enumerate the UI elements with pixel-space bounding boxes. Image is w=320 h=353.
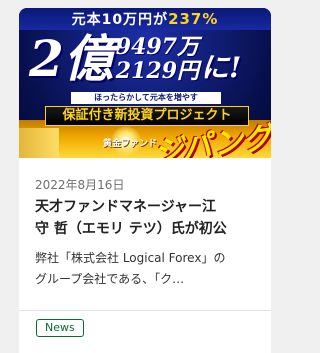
banner-sub-logo: 黄金ファンド xyxy=(103,139,158,149)
category-tag[interactable]: News xyxy=(36,319,84,337)
article-thumbnail[interactable]: 元本10万円が237% 2億 9497万 2129円 に! ほったらかして元本を… xyxy=(19,8,271,158)
banner-subcopy: ほったらかして元本を増やす xyxy=(71,92,221,104)
banner-amount-oku: 2億 xyxy=(29,29,114,88)
banner-amount-line1: 9497万 xyxy=(115,34,200,60)
article-excerpt-line: グループ会社である、「ク… xyxy=(35,272,185,286)
banner-glow xyxy=(19,128,59,158)
article-title-line[interactable]: 天才ファンドマネージャー江 xyxy=(35,196,257,218)
banner-headline: 元本10万円が237% xyxy=(19,8,271,30)
banner-amount-line2: 2129円 xyxy=(115,58,200,84)
banner-amount-suffix: に! xyxy=(201,51,242,84)
article-date: 2022年8月16日 xyxy=(35,178,125,192)
banner-amount-lines: 9497万 2129円 xyxy=(116,35,199,83)
card-divider xyxy=(19,310,271,311)
article-excerpt-line: 弊社「株式会社 Logical Forex」の xyxy=(35,251,226,265)
article-excerpt: 弊社「株式会社 Logical Forex」の グループ会社である、「ク… xyxy=(35,248,257,290)
article-title[interactable]: 天才ファンドマネージャー江 守 哲（エモリ テツ）氏が初公 xyxy=(35,196,257,240)
banner-headline-prefix: 元本10万円が xyxy=(71,12,169,28)
banner-headline-percent: 237% xyxy=(168,10,219,28)
banner-amount: 2億 9497万 2129円 に! xyxy=(29,32,241,86)
article-title-line[interactable]: 守 哲（エモリ テツ）氏が初公 xyxy=(35,218,257,240)
article-card[interactable]: 元本10万円が237% 2億 9497万 2129円 に! ほったらかして元本を… xyxy=(19,8,271,353)
